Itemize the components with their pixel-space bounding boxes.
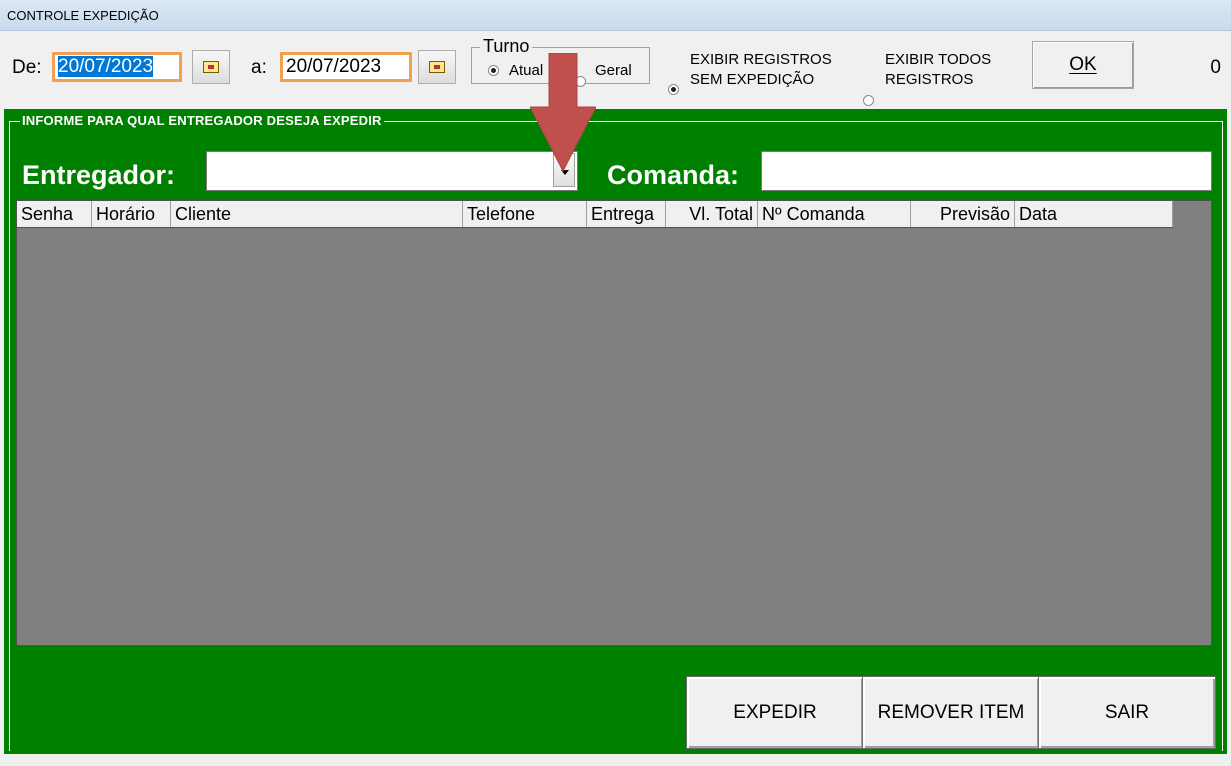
remover-item-button[interactable]: REMOVER ITEM [862, 676, 1040, 749]
show-all-radio[interactable] [863, 95, 874, 106]
ok-button-label: OK [1069, 54, 1097, 75]
from-calendar-button[interactable] [192, 50, 230, 84]
grid-header: Senha Horário Cliente Telefone Entrega V… [17, 201, 1173, 228]
turno-legend: Turno [480, 36, 533, 57]
show-all-label: EXIBIR TODOS REGISTROS [885, 50, 991, 90]
column-header-previsao[interactable]: Previsão [911, 201, 1015, 227]
column-header-data[interactable]: Data [1015, 201, 1173, 227]
turno-atual-radio[interactable] [488, 65, 499, 76]
comanda-label: Comanda: [607, 160, 740, 190]
from-date-label: De: [12, 57, 42, 78]
show-unexpedited-label-line1: EXIBIR REGISTROS [690, 51, 832, 68]
sair-button[interactable]: SAIR [1038, 676, 1216, 749]
calendar-icon [429, 61, 445, 73]
window-title: CONTROLE EXPEDIÇÃO [7, 8, 159, 23]
column-header-horario[interactable]: Horário [92, 201, 171, 227]
calendar-icon [203, 61, 219, 73]
show-unexpedited-label: EXIBIR REGISTROS SEM EXPEDIÇÃO [690, 50, 832, 90]
column-header-numero-comanda[interactable]: Nº Comanda [758, 201, 911, 227]
remover-item-button-label: REMOVER ITEM [877, 701, 1025, 723]
column-header-telefone[interactable]: Telefone [463, 201, 587, 227]
column-header-senha[interactable]: Senha [17, 201, 92, 227]
to-date-value: 20/07/2023 [286, 56, 382, 77]
annotation-arrow-icon [530, 53, 596, 173]
to-date-label: a: [251, 57, 267, 78]
comanda-input[interactable] [761, 151, 1212, 191]
turno-geral-label: Geral [595, 62, 632, 79]
orders-grid[interactable]: Senha Horário Cliente Telefone Entrega V… [16, 200, 1212, 646]
entregador-combobox[interactable] [206, 151, 578, 191]
from-date-field[interactable]: 20/07/2023 [52, 52, 182, 82]
to-calendar-button[interactable] [418, 50, 456, 84]
ok-button[interactable]: OK [1032, 41, 1134, 89]
panel-legend: INFORME PARA QUAL ENTREGADOR DESEJA EXPE… [20, 113, 384, 128]
sair-button-label: SAIR [1104, 701, 1150, 723]
title-bar [0, 0, 1231, 31]
expedir-button-label: EXPEDIR [733, 701, 817, 723]
show-unexpedited-label-line2: SEM EXPEDIÇÃO [690, 71, 815, 88]
to-date-field[interactable]: 20/07/2023 [280, 52, 412, 82]
column-header-vl-total[interactable]: Vl. Total [666, 201, 758, 227]
record-count: 0 [1210, 57, 1221, 78]
column-header-cliente[interactable]: Cliente [171, 201, 463, 227]
column-header-entrega[interactable]: Entrega [587, 201, 666, 227]
entregador-label: Entregador: [22, 160, 176, 190]
expedir-button[interactable]: EXPEDIR [686, 676, 864, 749]
show-all-label-line2: REGISTROS [885, 71, 974, 88]
show-all-label-line1: EXIBIR TODOS [885, 51, 992, 68]
show-unexpedited-radio[interactable] [668, 84, 679, 95]
from-date-value: 20/07/2023 [58, 56, 154, 77]
